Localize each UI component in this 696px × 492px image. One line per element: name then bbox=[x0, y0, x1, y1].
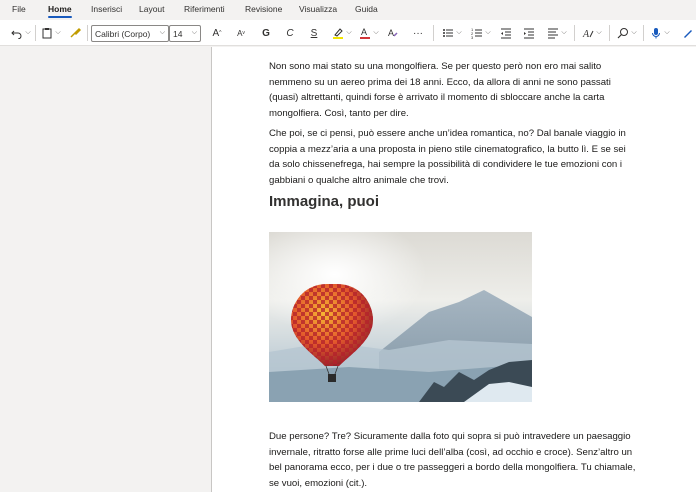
paintbrush-icon bbox=[70, 27, 81, 38]
tab-guida[interactable]: Guida bbox=[355, 4, 378, 14]
clear-formatting-button[interactable]: A bbox=[385, 24, 401, 42]
numbering-button[interactable]: 1 2 3 ⌵ bbox=[469, 24, 493, 42]
svg-text:A: A bbox=[361, 27, 367, 37]
font-color-button[interactable]: A ⌵ bbox=[357, 24, 381, 42]
bullets-button[interactable]: ⌵ bbox=[440, 24, 464, 42]
undo-icon bbox=[11, 30, 22, 39]
hot-air-balloon-image[interactable] bbox=[269, 232, 532, 402]
paragraph-2[interactable]: Che poi, se ci pensi, può essere anche u… bbox=[269, 126, 639, 188]
ribbon-tabs: File Home Inserisci Layout Riferimenti R… bbox=[0, 0, 696, 20]
bold-button[interactable]: G bbox=[258, 24, 274, 42]
editor-button[interactable] bbox=[680, 24, 696, 42]
styles-button[interactable]: A ⌵ bbox=[580, 24, 604, 42]
chevron-down-icon: ⌵ bbox=[159, 29, 165, 36]
chevron-down-icon: ⌵ bbox=[191, 29, 197, 36]
font-size-select[interactable]: 14 ⌵ bbox=[169, 25, 201, 42]
navigation-pane bbox=[0, 47, 211, 492]
decrease-indent-button[interactable] bbox=[498, 24, 514, 42]
tab-riferimenti[interactable]: Riferimenti bbox=[184, 4, 225, 14]
font-name-value: Calibri (Corpo) bbox=[95, 28, 151, 39]
document-page[interactable]: Non sono mai stato su una mongolfiera. S… bbox=[211, 47, 696, 492]
find-button[interactable]: ⌵ bbox=[615, 24, 639, 42]
underline-button[interactable]: S bbox=[306, 24, 322, 42]
tab-inserisci[interactable]: Inserisci bbox=[91, 4, 122, 14]
font-name-select[interactable]: Calibri (Corpo) ⌵ bbox=[91, 25, 169, 42]
svg-text:A: A bbox=[388, 28, 394, 38]
font-size-value: 14 bbox=[173, 28, 183, 39]
search-icon bbox=[617, 28, 629, 39]
tab-home[interactable]: Home bbox=[48, 4, 72, 18]
italic-button[interactable]: C bbox=[282, 24, 298, 42]
section-heading[interactable]: Immagina, puoi bbox=[269, 193, 379, 210]
dictate-button[interactable]: ⌵ bbox=[648, 24, 672, 42]
paste-button[interactable]: ⌵ bbox=[38, 24, 64, 42]
align-button[interactable]: ⌵ bbox=[545, 24, 569, 42]
balloon-photo-illustration bbox=[269, 232, 532, 402]
tab-revisione[interactable]: Revisione bbox=[245, 4, 282, 14]
align-left-icon bbox=[548, 28, 559, 39]
increase-indent-button[interactable] bbox=[521, 24, 537, 42]
shrink-font-button[interactable]: Av bbox=[233, 24, 249, 42]
svg-text:3: 3 bbox=[471, 35, 474, 39]
tab-layout[interactable]: Layout bbox=[139, 4, 165, 14]
grow-font-button[interactable]: A ^ bbox=[209, 24, 225, 42]
format-painter-button[interactable] bbox=[66, 24, 84, 42]
bullet-list-icon bbox=[443, 29, 454, 37]
svg-text:A: A bbox=[582, 29, 590, 39]
tab-file[interactable]: File bbox=[12, 4, 26, 14]
styles-icon: A bbox=[582, 29, 594, 39]
undo-button[interactable]: ⌵ bbox=[8, 24, 34, 42]
underline-icon: S bbox=[310, 27, 318, 39]
more-options-button[interactable]: ··· bbox=[410, 24, 426, 42]
highlighter-icon bbox=[333, 28, 344, 39]
clear-formatting-icon: A bbox=[388, 28, 398, 38]
microphone-icon bbox=[652, 28, 661, 39]
clipboard-icon bbox=[42, 28, 52, 39]
grow-font-icon: A bbox=[212, 27, 220, 39]
italic-icon: C bbox=[286, 27, 294, 39]
increase-indent-icon bbox=[524, 28, 534, 39]
tab-visualizza[interactable]: Visualizza bbox=[299, 4, 337, 14]
paragraph-1[interactable]: Non sono mai stato su una mongolfiera. S… bbox=[269, 59, 639, 121]
font-color-icon: A bbox=[360, 27, 371, 39]
bold-icon: G bbox=[262, 27, 270, 39]
editor-pen-icon bbox=[684, 30, 692, 38]
more-icon: ··· bbox=[413, 27, 423, 39]
ribbon-toolbar: ⌵ ⌵ Calibri (Corpo) ⌵ 14 ⌵ A ^ Av G C S ⌵ A… bbox=[0, 20, 696, 46]
decrease-indent-icon bbox=[501, 28, 511, 39]
numbered-list-icon: 123 bbox=[471, 27, 483, 39]
paragraph-3[interactable]: Due persone? Tre? Sicuramente dalla foto… bbox=[269, 429, 639, 491]
highlight-button[interactable]: ⌵ bbox=[330, 24, 354, 42]
